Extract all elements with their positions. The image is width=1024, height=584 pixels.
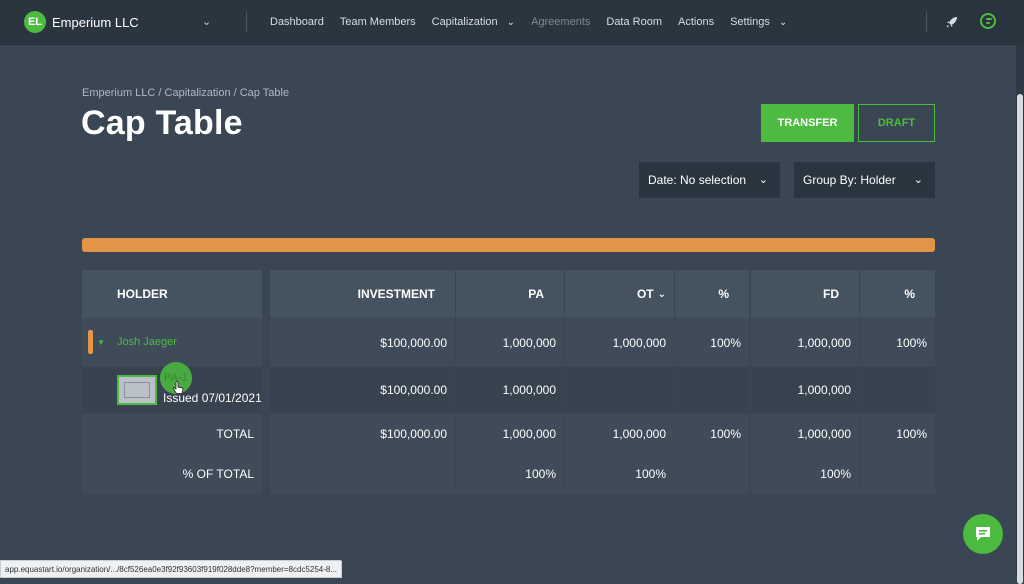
scrollbar-thumb[interactable] [1017,94,1023,584]
col-header-pct[interactable]: % [675,270,749,318]
holder-ot: 1,000,000 [565,319,674,366]
nav-team-members[interactable]: Team Members [340,16,416,28]
col-header-fd[interactable]: FD [751,270,859,318]
col-header-investment[interactable]: INVESTMENT [270,270,455,318]
page-scrollbar[interactable] [1016,44,1024,584]
col-header-ot[interactable]: OT ⌄ [565,270,674,318]
nav-capitalization[interactable]: Capitalization ⌄ [432,16,515,28]
brand-logo-icon[interactable] [980,13,996,29]
holder-name-link[interactable]: Josh Jaeger [117,336,177,348]
pct-of-total-investment [270,454,455,494]
chevron-down-icon: ⌄ [758,174,768,186]
nav-settings[interactable]: Settings ⌄ [730,16,787,28]
nav-settings-label: Settings [730,16,770,28]
nav-dashboard[interactable]: Dashboard [270,16,324,28]
group-by-label: Group By: Holder [803,173,896,187]
col-header-fd-pct[interactable]: % [860,270,935,318]
chevron-down-icon: ⌄ [657,288,666,300]
col-header-pa[interactable]: PA [456,270,564,318]
pct-of-total-pa: 100% [456,454,564,494]
holder-investment: $100,000.00 [270,319,455,366]
org-avatar[interactable]: EL [24,11,46,33]
rocket-icon[interactable] [944,14,960,30]
main-nav: Dashboard Team Members Capitalization ⌄ A… [262,0,795,44]
total-fd-pct: 100% [860,414,935,454]
top-navbar: EL Emperium LLC ⌄ Dashboard Team Members… [0,0,1024,45]
status-bar-url: app.equastart.io/organization/.../8cf526… [0,560,343,578]
pct-of-total-label: % OF TOTAL [82,454,262,494]
pct-of-total-ot: 100% [565,454,674,494]
chevron-down-icon: ⌄ [913,174,923,186]
certificate-investment: $100,000.00 [270,367,455,413]
breadcrumb[interactable]: Emperium LLC / Capitalization / Cap Tabl… [82,87,289,99]
holder-fd: 1,000,000 [751,319,859,366]
total-label: TOTAL [82,414,262,454]
date-filter-label: Date: No selection [648,173,747,187]
nav-capitalization-label: Capitalization [431,16,498,28]
total-pct: 100% [675,414,749,454]
nav-divider [246,12,247,32]
nav-data-room[interactable]: Data Room [606,16,662,28]
progress-bar [82,238,935,252]
group-by-select[interactable]: Group By: Holder ⌄ [794,162,935,198]
holder-fd-pct: 100% [860,319,935,366]
total-pa: 1,000,000 [456,414,564,454]
chat-button[interactable] [963,514,1003,554]
holder-status-marker [88,330,93,354]
holder-pa: 1,000,000 [456,319,564,366]
nav-agreements[interactable]: Agreements [531,16,590,28]
certificate-pa: 1,000,000 [456,367,564,413]
transfer-button[interactable]: TRANSFER [761,104,854,142]
col-header-ot-label: OT [636,287,654,301]
certificate-ot [565,367,674,413]
holder-pct: 100% [675,319,749,366]
certificate-fd: 1,000,000 [751,367,859,413]
certificate-fd-pct [860,367,935,413]
page-title: Cap Table [81,104,243,142]
pct-of-total-fd-pct [860,454,935,494]
org-name[interactable]: Emperium LLC [52,15,139,30]
nav-actions[interactable]: Actions [678,16,714,28]
chevron-down-icon: ⌄ [778,16,788,28]
pct-of-total-fd: 100% [751,454,859,494]
certificate-issued-date: Issued 07/01/2021 [163,391,262,405]
col-header-holder[interactable]: HOLDER [82,270,262,318]
total-ot: 1,000,000 [565,414,674,454]
nav-divider [926,12,927,32]
certificate-pct [675,367,749,413]
date-filter-select[interactable]: Date: No selection ⌄ [639,162,780,198]
chat-icon [976,527,990,541]
draft-button[interactable]: DRAFT [858,104,935,142]
chevron-down-icon[interactable]: ⌄ [202,15,211,28]
chevron-down-icon: ⌄ [506,16,516,28]
caret-down-icon[interactable]: ▼ [97,338,105,347]
pct-of-total-pct [675,454,749,494]
certificate-thumbnail[interactable] [117,375,157,405]
total-investment: $100,000.00 [270,414,455,454]
total-fd: 1,000,000 [751,414,859,454]
